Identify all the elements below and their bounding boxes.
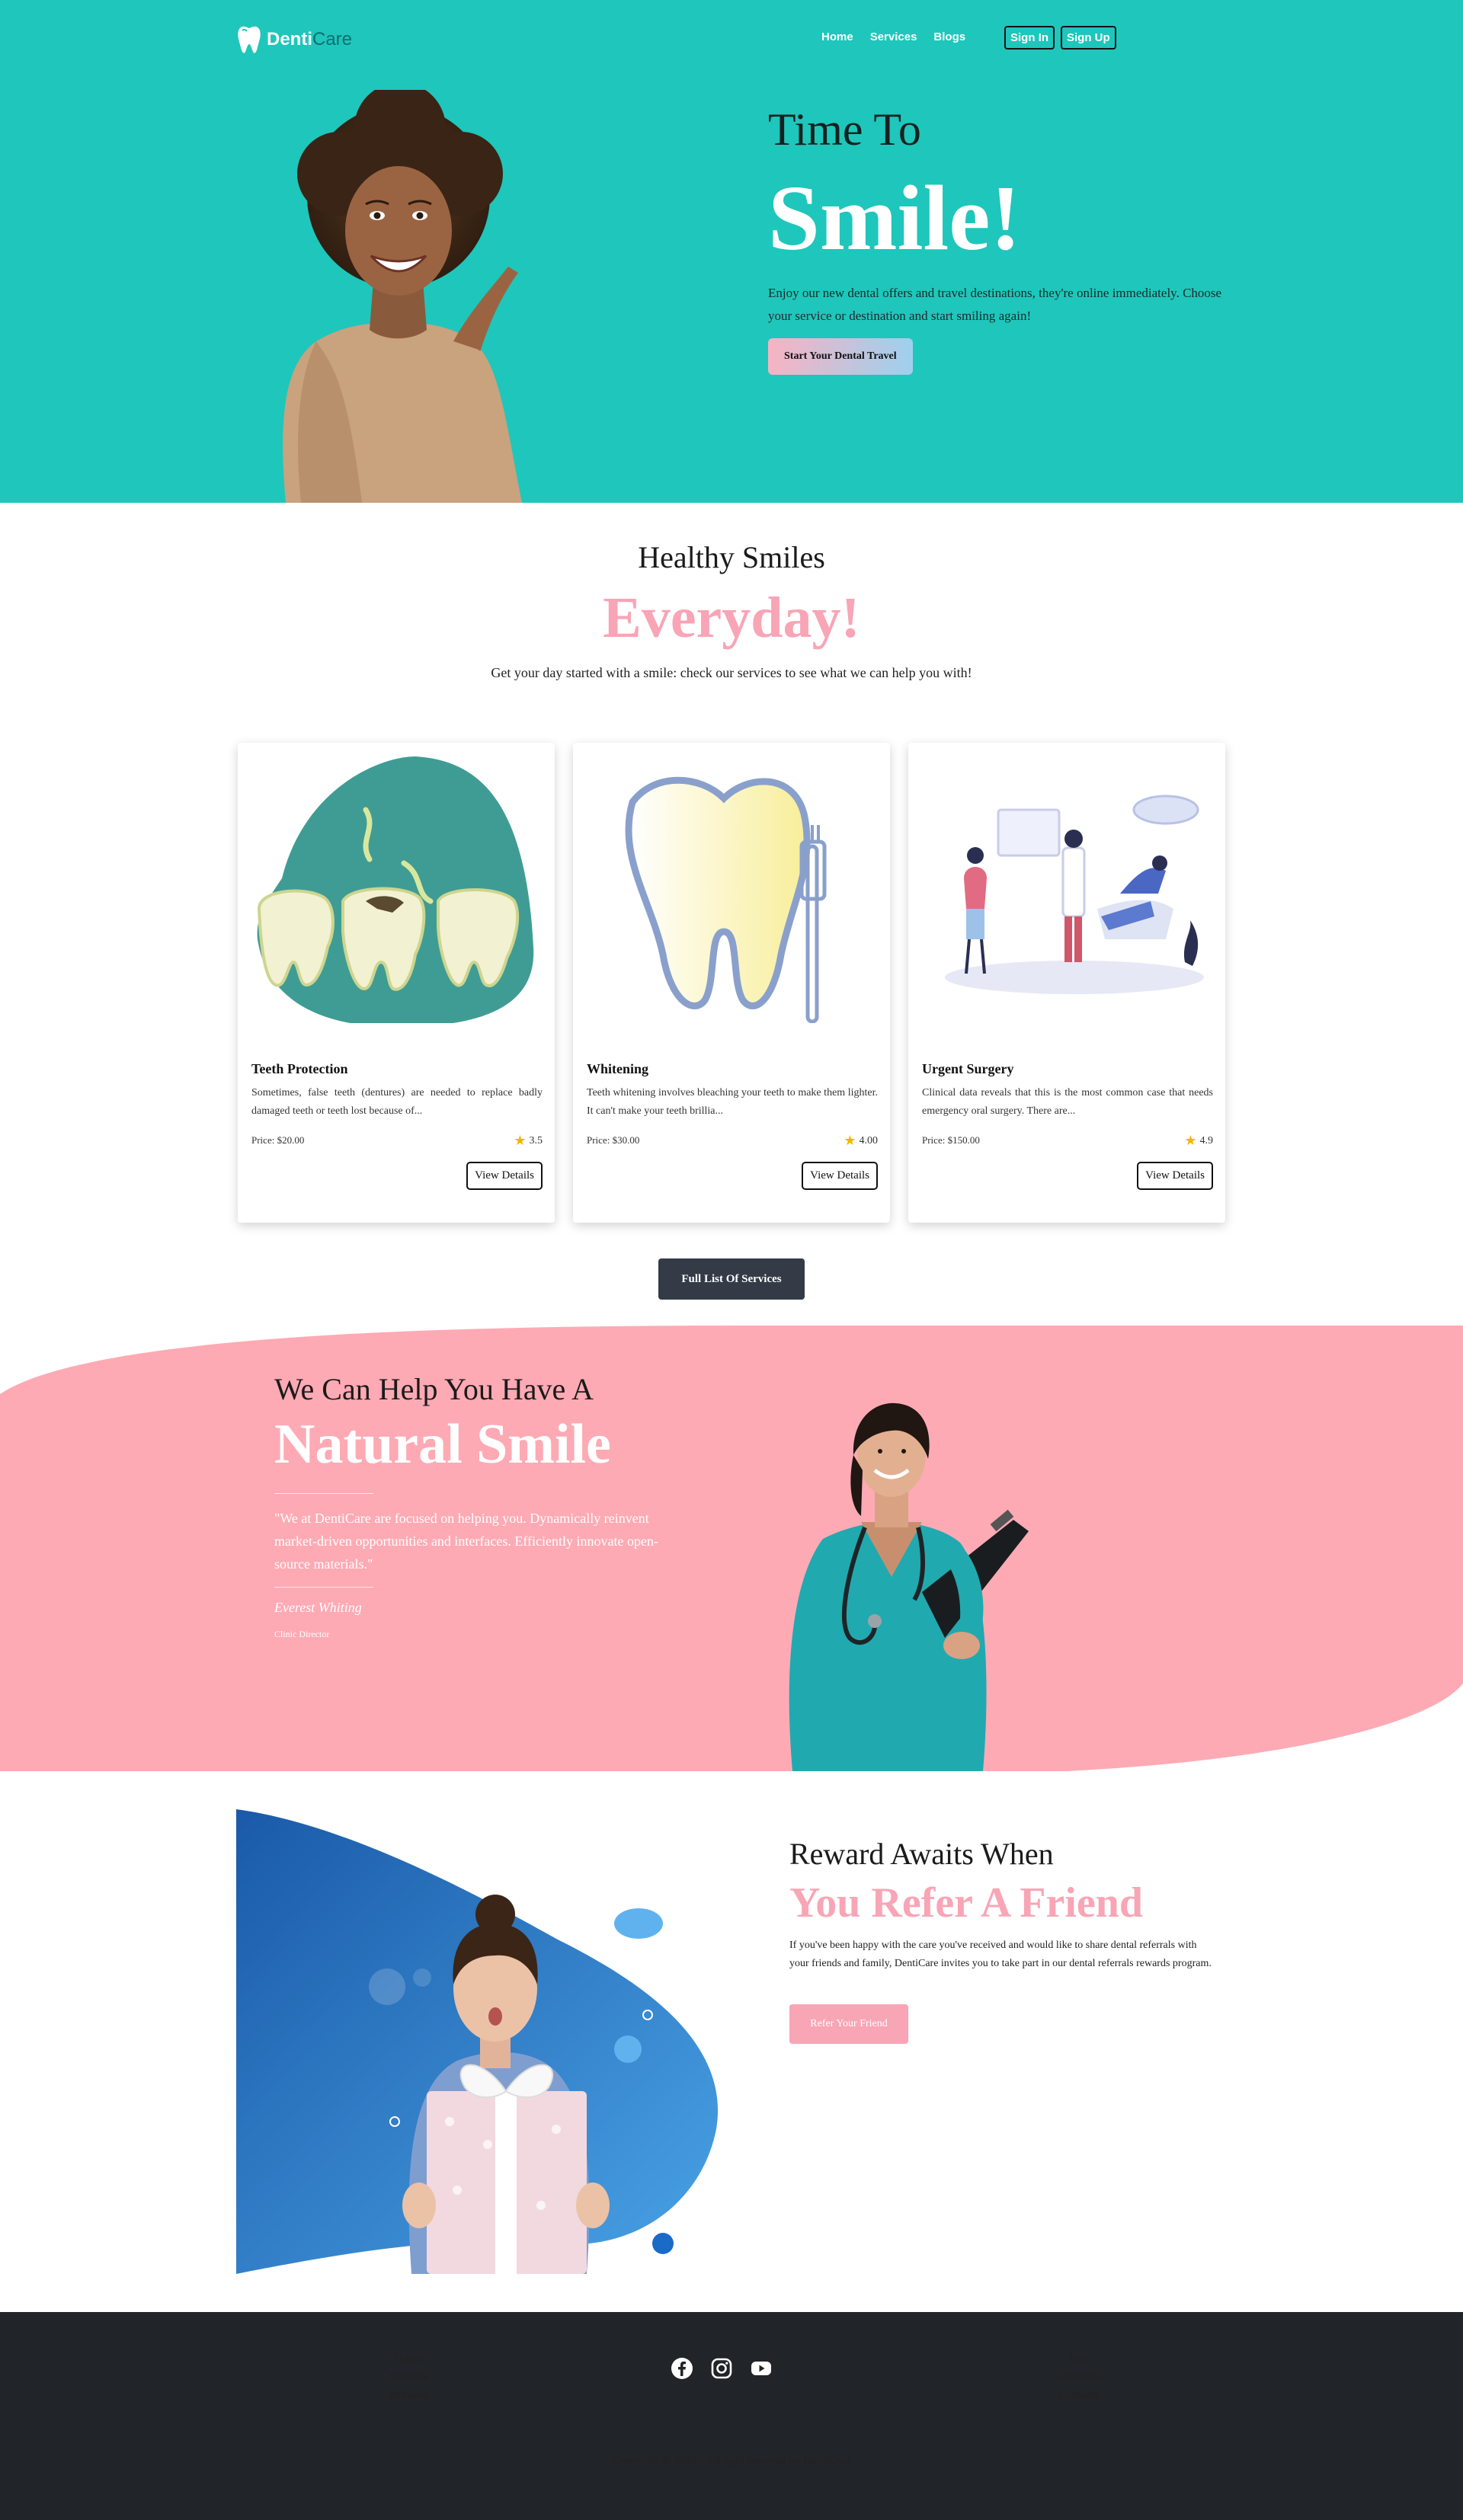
sign-in-button[interactable]: Sign In — [1004, 26, 1055, 50]
logo[interactable]: DentiCare — [236, 24, 352, 55]
card-price: Price: $30.00 — [587, 1134, 640, 1146]
services-subtitle: Healthy Smiles — [638, 540, 825, 574]
services-description: Get your day started with a smile: check… — [491, 665, 972, 680]
service-card-urgent-surgery: Urgent Surgery Clinical data reveals tha… — [908, 743, 1225, 1223]
natural-smile-background — [0, 1326, 1463, 1771]
youtube-icon[interactable] — [750, 2357, 773, 2380]
divider — [274, 1493, 373, 1494]
main-nav: Home Services Blogs — [821, 30, 965, 43]
urgent-surgery-image — [945, 795, 1204, 994]
hero-description: Enjoy our new dental offers and travel d… — [768, 286, 1222, 323]
copyright-text: Copyright © 2022 - All right reserved by… — [613, 2454, 850, 2467]
referral-gift-image — [236, 1809, 719, 2274]
footer-link-home[interactable]: Home — [366, 2349, 451, 2368]
instagram-icon[interactable] — [710, 2357, 733, 2380]
footer-link-locations[interactable]: Locations — [1036, 2368, 1122, 2386]
star-icon: ★ — [1184, 1133, 1197, 1148]
card-price: Price: $20.00 — [251, 1134, 305, 1146]
footer-link-jobs[interactable]: Jobs — [1036, 2349, 1122, 2368]
testimonial-role: Clinic Director — [274, 1629, 330, 1639]
card-rating: ★ 4.9 — [1184, 1133, 1213, 1149]
natural-smile-subtitle: We Can Help You Have A — [274, 1372, 594, 1406]
natural-smile-title: Natural Smile — [274, 1413, 611, 1476]
card-title: Teeth Protection — [251, 1061, 348, 1076]
footer-link-reviews[interactable]: Reviews — [366, 2386, 451, 2404]
card-description: Sometimes, false teeth (dentures) are ne… — [251, 1087, 543, 1117]
view-details-button[interactable]: View Details — [1137, 1162, 1213, 1190]
facebook-icon[interactable] — [671, 2357, 693, 2380]
testimonial-author: Everest Whiting — [274, 1600, 362, 1615]
card-title: Whitening — [587, 1061, 649, 1076]
hero-content: Time To Smile! Enjoy our new dental offe… — [768, 107, 1241, 375]
rating-value: 4.9 — [1199, 1134, 1214, 1146]
view-details-button[interactable]: View Details — [466, 1162, 543, 1190]
card-description: Clinical data reveals that this is the m… — [922, 1087, 1213, 1117]
referral-description: If you've been happy with the care you'v… — [789, 1940, 1212, 1969]
footer-nav-right: Jobs Locations Contacts — [1036, 2349, 1122, 2404]
hero-section — [0, 0, 1463, 503]
logo-text-light: Care — [312, 29, 353, 50]
footer-link-services[interactable]: Services — [366, 2368, 451, 2386]
sign-up-button[interactable]: Sign Up — [1061, 26, 1116, 50]
referral-title: You Refer A Friend — [789, 1879, 1144, 1927]
star-icon: ★ — [844, 1133, 856, 1148]
footer — [0, 2312, 1463, 2520]
auth-buttons: Sign In Sign Up — [1004, 26, 1116, 50]
card-description: Teeth whitening involves bleaching your … — [587, 1087, 878, 1117]
footer-link-contacts[interactable]: Contacts — [1036, 2386, 1122, 2404]
nav-link-blogs[interactable]: Blogs — [933, 30, 965, 43]
rating-value: 4.00 — [859, 1134, 879, 1146]
start-dental-travel-button[interactable]: Start Your Dental Travel — [768, 338, 913, 375]
hero-subtitle: Time To — [768, 104, 921, 155]
card-title: Urgent Surgery — [922, 1061, 1014, 1076]
whitening-tooth-image — [625, 776, 827, 1023]
testimonial-quote: "We at DentiCare are focused on helping … — [274, 1511, 658, 1572]
full-list-of-services-button[interactable]: Full List Of Services — [658, 1258, 805, 1300]
nav-link-home[interactable]: Home — [821, 30, 853, 43]
tooth-logo-icon — [238, 26, 261, 53]
referral-subtitle: Reward Awaits When — [789, 1837, 1054, 1871]
logo-text: DentiCare — [267, 29, 352, 50]
doctor-image — [789, 1402, 1029, 1771]
refer-your-friend-button[interactable]: Refer Your Friend — [789, 2004, 908, 2044]
hero-woman-image — [283, 90, 522, 503]
hero-title: Smile! — [768, 167, 1022, 270]
nav-link-services[interactable]: Services — [870, 30, 917, 43]
service-card-whitening: Whitening Teeth whitening involves bleac… — [573, 743, 890, 1223]
card-price: Price: $150.00 — [922, 1134, 980, 1146]
card-rating: ★ 3.5 — [514, 1133, 543, 1149]
rating-value: 3.5 — [529, 1134, 543, 1146]
social-links — [671, 2357, 773, 2380]
logo-text-bold: Denti — [267, 29, 312, 50]
card-rating: ★ 4.00 — [844, 1133, 878, 1149]
services-title: Everyday! — [603, 586, 860, 650]
footer-nav-left: Home Services Reviews — [366, 2349, 451, 2404]
divider — [274, 1587, 373, 1588]
teeth-protection-image — [257, 756, 534, 1023]
service-card-teeth-protection: Teeth Protection Sometimes, false teeth … — [238, 743, 555, 1223]
view-details-button[interactable]: View Details — [802, 1162, 878, 1190]
star-icon: ★ — [514, 1133, 527, 1148]
